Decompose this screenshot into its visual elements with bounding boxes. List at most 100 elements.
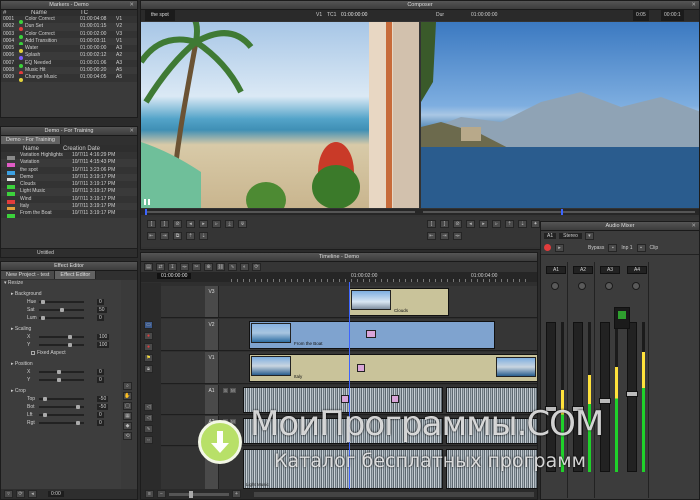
- param-value[interactable]: 0: [97, 369, 104, 375]
- source-tc-label[interactable]: TC1: [327, 10, 336, 21]
- rec-lift-icon[interactable]: ⇡: [505, 220, 514, 228]
- rec-clear-icon[interactable]: ⊘: [453, 220, 462, 228]
- bin-item[interactable]: From the Boat 10/7/11 3:19:17 PM: [1, 210, 137, 219]
- param-value[interactable]: 100: [97, 342, 110, 348]
- tab-effect-editor[interactable]: Effect Editor: [55, 271, 97, 279]
- volume-fader[interactable]: [599, 322, 611, 472]
- record-label[interactable]: Dur: [436, 10, 444, 21]
- track-selector[interactable]: V2: [205, 319, 219, 350]
- channel-name[interactable]: A4: [627, 266, 647, 274]
- lift-icon[interactable]: ⇡: [186, 232, 195, 240]
- fader-handle[interactable]: [599, 398, 611, 404]
- zoom-out-icon[interactable]: −: [157, 490, 166, 498]
- bin-item[interactable]: Clouds 10/7/11 3:19:17 PM: [1, 181, 137, 190]
- audio-clip[interactable]: Light Music: [243, 449, 443, 489]
- volume-icon[interactable]: ◁: [144, 414, 153, 422]
- pause-icon[interactable]: [144, 199, 150, 205]
- toggle-source-icon[interactable]: ▤: [144, 263, 153, 271]
- video-clip[interactable]: Clouds: [349, 288, 449, 316]
- param-slider[interactable]: [39, 316, 84, 320]
- pan-knob-icon[interactable]: [605, 282, 613, 292]
- link-icon[interactable]: ⛓: [216, 263, 225, 271]
- input-toggle-icon[interactable]: ▪: [636, 243, 646, 252]
- go-to-in-icon[interactable]: ⇤: [147, 232, 156, 240]
- bin-item[interactable]: Italy 10/7/11 3:19:17 PM: [1, 203, 137, 212]
- timeline-titlebar[interactable]: Timeline - Demo: [141, 253, 537, 262]
- bypass-label[interactable]: Bypass: [588, 245, 604, 251]
- extract-icon[interactable]: ⇣: [199, 232, 208, 240]
- param-value[interactable]: 0: [97, 377, 104, 383]
- param-slider[interactable]: [39, 378, 84, 382]
- param-value[interactable]: 0: [97, 299, 104, 305]
- marker-row[interactable]: 0007 EQ Needed 01:00:01:06 A3: [1, 59, 137, 68]
- speaker-icon[interactable]: ◁: [144, 403, 153, 411]
- param-slider[interactable]: [39, 343, 84, 347]
- effect-name-row[interactable]: ▾ Resize: [1, 280, 121, 287]
- timeline-ruler[interactable]: 01:00:00:00 01:00:02:00 01:00:04:00: [141, 272, 537, 282]
- rec-extract-icon[interactable]: ⇣: [518, 220, 527, 228]
- close-icon[interactable]: ✕: [129, 1, 134, 10]
- rec-mark-out-icon[interactable]: ]: [440, 220, 449, 228]
- flag-icon[interactable]: ⚑: [144, 354, 153, 362]
- marker-row[interactable]: 0001 Color Correct 01:00:04:08 V1: [1, 16, 137, 24]
- rec-trim-icon[interactable]: ⟛: [453, 232, 462, 240]
- source-clip-name[interactable]: the spot: [145, 10, 175, 21]
- pan-knob-icon[interactable]: [551, 282, 559, 292]
- rec-step-back-icon[interactable]: ◂: [466, 220, 475, 228]
- fixed-aspect-checkbox[interactable]: [31, 350, 35, 355]
- volume-fader[interactable]: [545, 322, 557, 472]
- master-output[interactable]: [614, 307, 630, 329]
- lock-icon[interactable]: 🔒︎: [144, 365, 153, 373]
- outline-icon[interactable]: ▢: [123, 402, 132, 410]
- fader-handle[interactable]: [626, 390, 638, 397]
- waveform-toggle-icon[interactable]: ∿: [144, 425, 153, 433]
- mixer-menu-icon[interactable]: ▾: [584, 232, 594, 240]
- right-tc2[interactable]: 00:00:1: [661, 10, 684, 21]
- timeline-zoom-slider[interactable]: [169, 490, 229, 498]
- rec-step-forward-icon[interactable]: ▹: [492, 220, 501, 228]
- solo-button[interactable]: S: [223, 388, 229, 393]
- rec-go-in-icon[interactable]: ⇤: [427, 232, 436, 240]
- record-icon[interactable]: [544, 244, 551, 251]
- marker-row[interactable]: 0006 Splash 01:00:02:12 A2: [1, 52, 137, 61]
- param-value[interactable]: 50: [97, 307, 107, 313]
- param-slider[interactable]: [39, 421, 84, 425]
- keyframe-add-icon[interactable]: ▿: [4, 490, 13, 498]
- close-icon[interactable]: ✕: [691, 1, 696, 10]
- mark-out-icon[interactable]: ]: [160, 220, 169, 228]
- audio-clip[interactable]: [446, 418, 537, 444]
- audio-clip[interactable]: [243, 418, 443, 444]
- rec-play-icon[interactable]: ▸: [479, 220, 488, 228]
- marker-row[interactable]: 0009 Change Music 01:00:04:05 A5: [1, 74, 137, 83]
- close-icon[interactable]: ✕: [129, 127, 134, 136]
- play-icon[interactable]: ▸: [199, 220, 208, 228]
- markers-titlebar[interactable]: Markers - Demo ✕: [1, 1, 137, 10]
- keyframe-icon[interactable]: ◆: [123, 422, 132, 430]
- bypass-toggle-icon[interactable]: ▪: [608, 243, 618, 252]
- solo-button[interactable]: S: [223, 450, 229, 455]
- overwrite-icon[interactable]: ⤋: [238, 220, 247, 228]
- tab-bin[interactable]: Demo - For Training: [1, 136, 61, 144]
- zoom-in-icon[interactable]: +: [232, 490, 241, 498]
- track-selector[interactable]: V3: [205, 286, 219, 317]
- right-tc1[interactable]: 0:05: [633, 10, 649, 21]
- bin-item[interactable]: Variation 10/7/11 4:15:43 PM: [1, 159, 137, 168]
- col-bin-name[interactable]: Name: [3, 146, 61, 152]
- bin-item[interactable]: Demo 10/7/11 3:19:17 PM: [1, 174, 137, 182]
- track-selector[interactable]: A3: [205, 447, 219, 490]
- marker-row[interactable]: 0003 Color Correct 01:00:02:00 V3: [1, 30, 137, 39]
- track-selector[interactable]: V1: [205, 352, 219, 383]
- bin-titlebar[interactable]: Demo - For Training ✕: [1, 127, 137, 136]
- close-icon[interactable]: ✕: [691, 222, 696, 231]
- audio-mixer-titlebar[interactable]: Audio Mixer ✕: [541, 222, 699, 231]
- position-indicator[interactable]: [349, 282, 350, 492]
- record-track-icon[interactable]: ●: [144, 332, 153, 340]
- step-back-icon[interactable]: ◂: [186, 220, 195, 228]
- effect-group[interactable]: ▸ Background: [1, 290, 121, 298]
- menu-icon[interactable]: ≡: [145, 490, 154, 498]
- input-label[interactable]: Inp 1: [621, 245, 632, 251]
- lift-overwrite-icon[interactable]: ↧: [168, 263, 177, 271]
- bin-item[interactable]: Light Music 10/7/11 3:19:17 PM: [1, 188, 137, 197]
- record-position-bar[interactable]: [423, 209, 695, 215]
- play-loop-icon[interactable]: ⟲: [123, 432, 132, 440]
